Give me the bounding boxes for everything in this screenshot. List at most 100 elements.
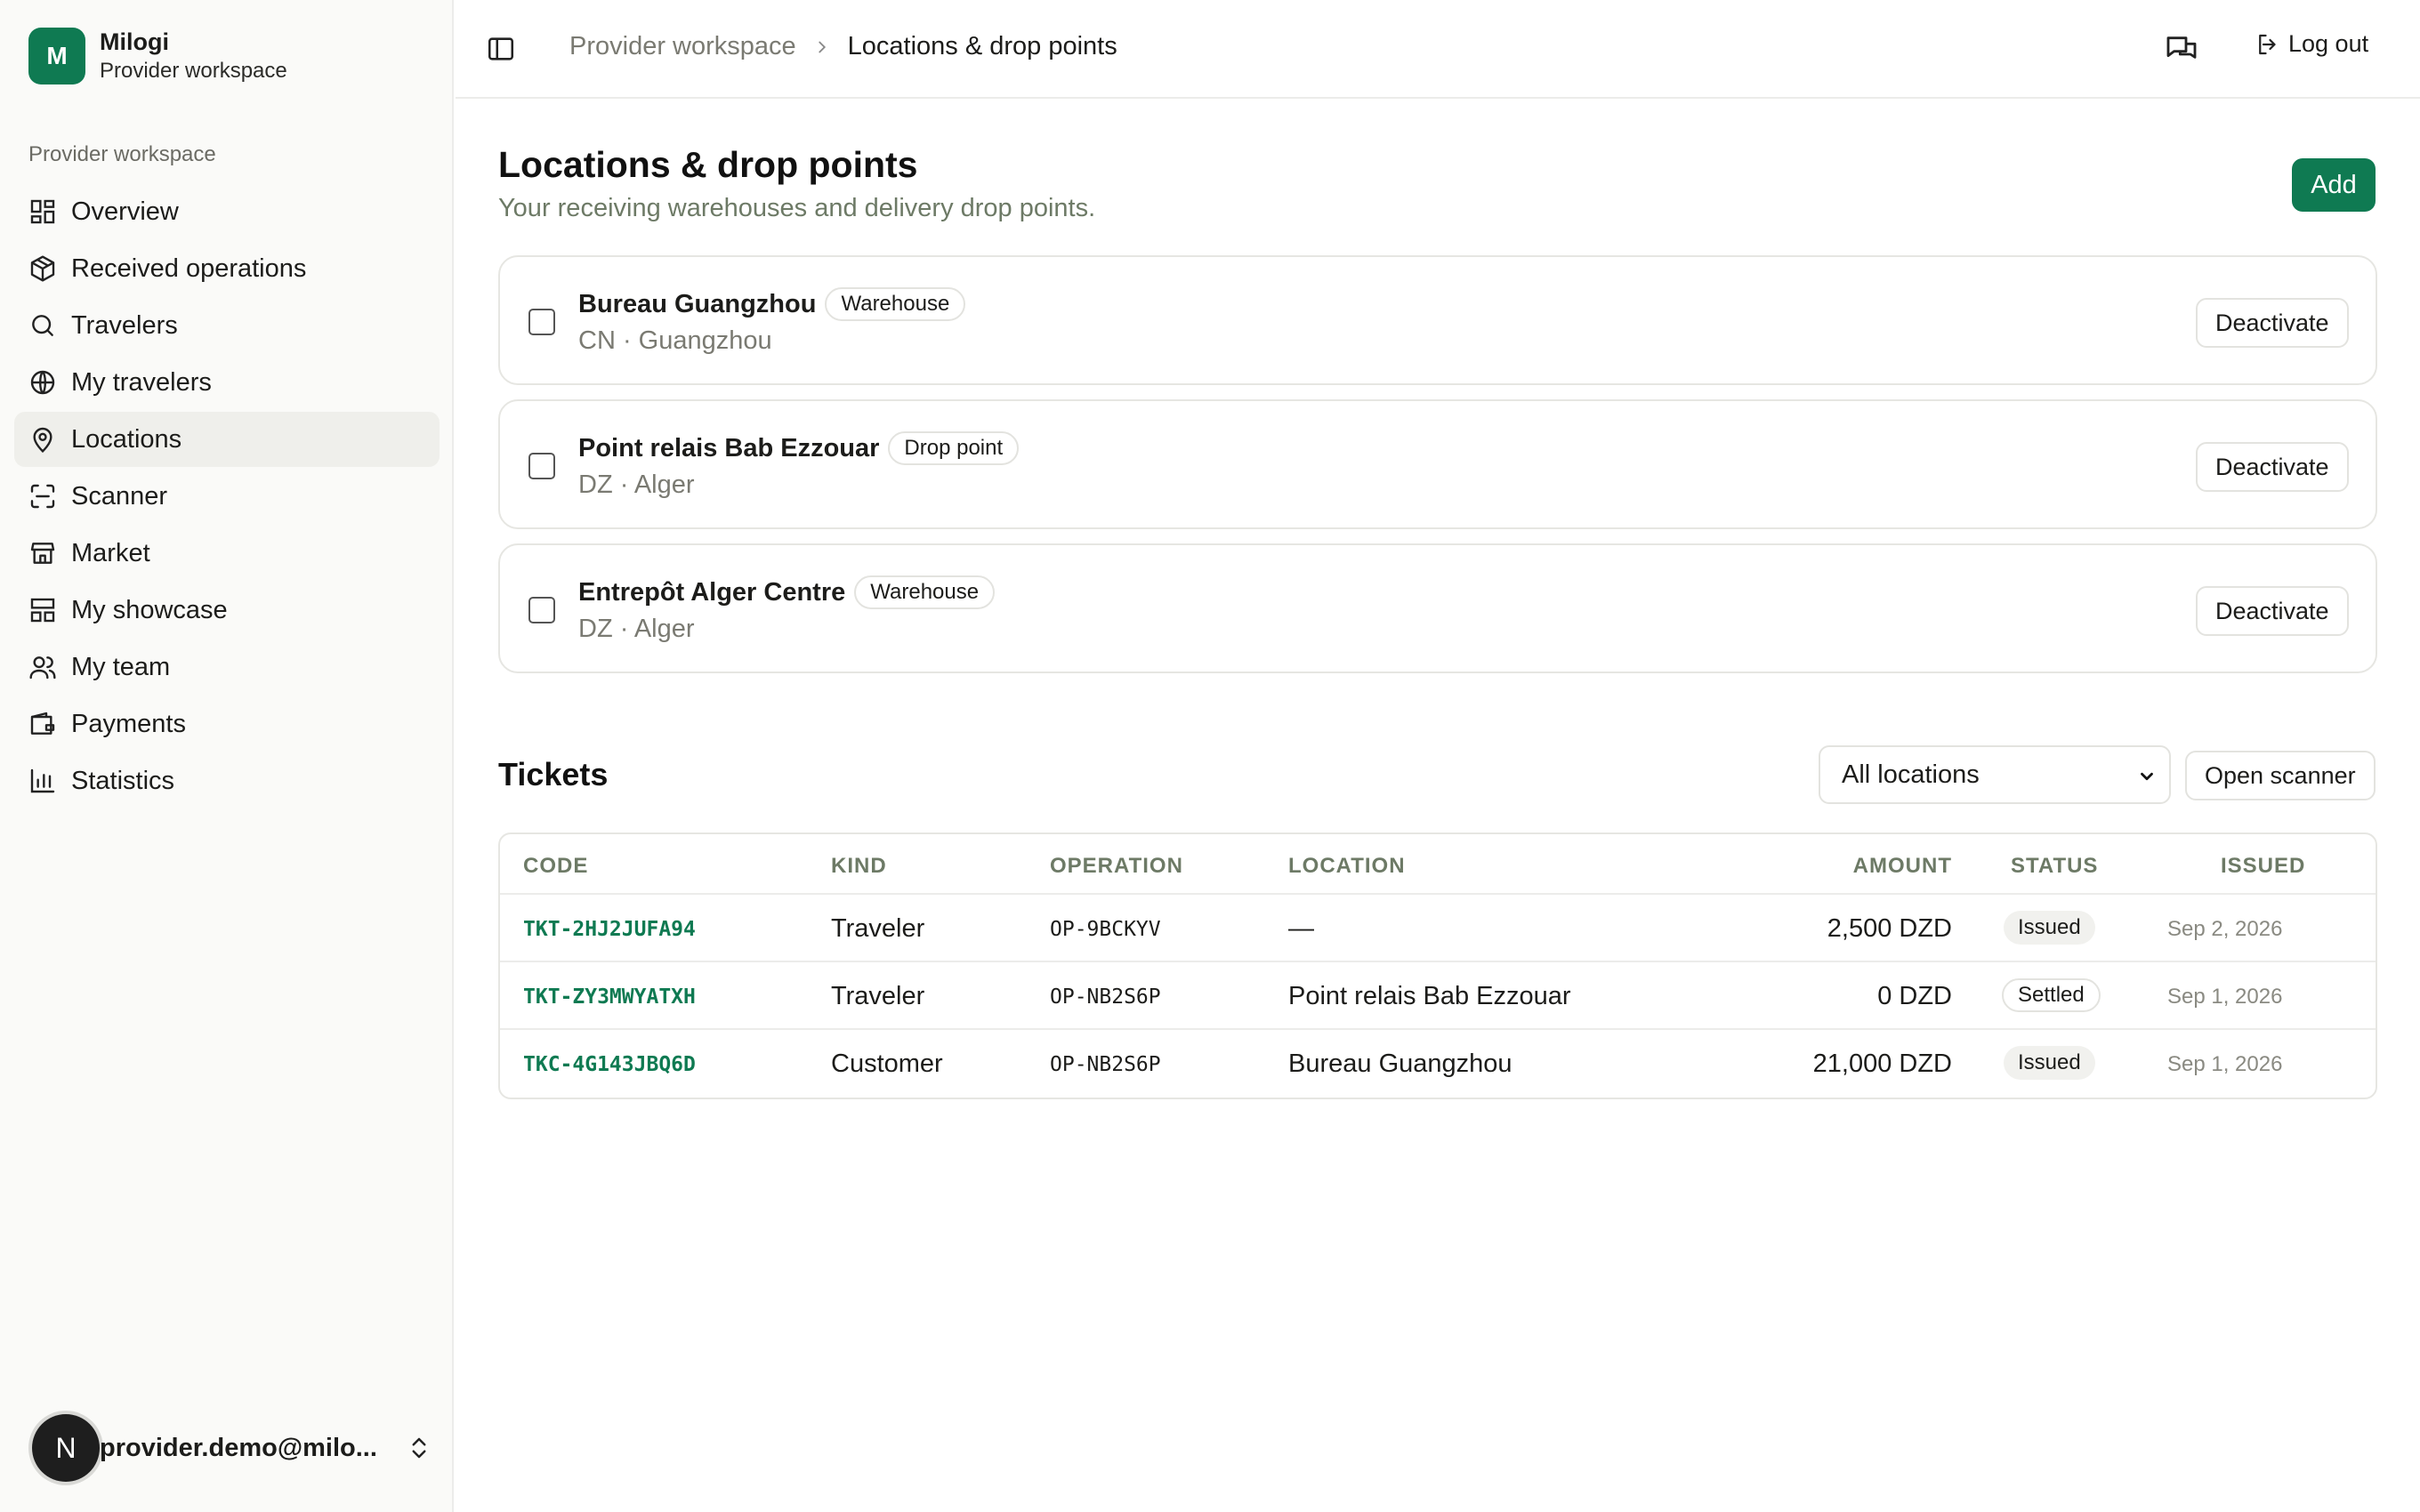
- nav-group-label: Provider workspace: [28, 142, 216, 166]
- logout-button[interactable]: Log out: [2255, 30, 2368, 58]
- sidebar-item-label: Scanner: [71, 481, 168, 511]
- location-filter-select[interactable]: All locations: [1819, 745, 2171, 804]
- deactivate-button[interactable]: Deactivate: [2196, 298, 2349, 348]
- column-header-operation: OPERATION: [1050, 854, 1183, 878]
- map-pin-icon: [33, 427, 52, 453]
- sidebar-item-travelers[interactable]: Travelers: [14, 298, 440, 353]
- sidebar-item-label: Payments: [71, 709, 186, 738]
- sidebar-item-locations[interactable]: Locations: [14, 412, 440, 467]
- location-filter-value: All locations: [1842, 760, 1980, 789]
- location-checkbox[interactable]: [528, 309, 555, 335]
- sidebar-item-scanner[interactable]: Scanner: [14, 469, 440, 524]
- ticket-issued-date: Sep 1, 2026: [2167, 985, 2283, 1009]
- page-title: Locations & drop points: [498, 144, 918, 185]
- open-scanner-button[interactable]: Open scanner: [2185, 751, 2376, 800]
- location-name-row: Point relais Bab Ezzouar Drop point: [578, 431, 1020, 465]
- topbar: Provider workspace Locations & drop poin…: [456, 0, 2420, 99]
- table-row[interactable]: TKT-2HJ2JUFA94 Traveler OP-9BCKYV — 2,50…: [500, 895, 2376, 962]
- location-name: Entrepôt Alger Centre: [578, 577, 846, 607]
- brand-logo: M: [28, 28, 85, 84]
- ticket-kind: Traveler: [831, 914, 925, 943]
- bar-chart-icon: [30, 768, 55, 793]
- sidebar-item-my-team[interactable]: My team: [14, 639, 440, 695]
- location-meta: CN · Guangzhou: [578, 326, 772, 355]
- sidebar-item-my-showcase[interactable]: My showcase: [14, 583, 440, 638]
- ticket-amount: 21,000 DZD: [1812, 1050, 1952, 1078]
- logout-icon: [2259, 34, 2276, 54]
- deactivate-button[interactable]: Deactivate: [2196, 586, 2349, 636]
- chevrons-up-down-icon: [412, 1437, 426, 1459]
- user-menu[interactable]: N provider.demo@milo...: [32, 1412, 432, 1484]
- sidebar-item-received-operations[interactable]: Received operations: [14, 241, 440, 296]
- status-badge: Issued: [2004, 1046, 2095, 1080]
- sidebar-item-label: My team: [71, 652, 171, 681]
- sidebar-item-overview[interactable]: Overview: [14, 184, 440, 239]
- ticket-operation: OP-NB2S6P: [1050, 1053, 1161, 1076]
- location-name: Point relais Bab Ezzouar: [578, 433, 880, 462]
- layout-icon: [30, 598, 55, 623]
- location-checkbox[interactable]: [528, 597, 555, 623]
- avatar: N: [32, 1414, 100, 1482]
- search-icon: [32, 315, 53, 336]
- sidebar-item-label: Overview: [71, 197, 179, 226]
- status-badge: Issued: [2004, 911, 2095, 945]
- sidebar-item-market[interactable]: Market: [14, 526, 440, 581]
- sidebar: M Milogi Provider workspace Provider wor…: [0, 0, 454, 1512]
- sidebar-item-label: Received operations: [71, 253, 307, 283]
- location-type-badge: Warehouse: [825, 287, 966, 321]
- status-badge: Settled: [2002, 978, 2101, 1012]
- ticket-code[interactable]: TKT-ZY3MWYATXH: [523, 985, 696, 1009]
- brand[interactable]: M Milogi Provider workspace: [28, 27, 287, 85]
- ticket-amount: 0 DZD: [1877, 982, 1952, 1010]
- brand-subtitle: Provider workspace: [100, 59, 287, 83]
- add-button[interactable]: Add: [2292, 158, 2376, 212]
- ticket-code[interactable]: TKT-2HJ2JUFA94: [523, 918, 696, 941]
- sidebar-item-label: Locations: [71, 424, 182, 454]
- location-name: Bureau Guangzhou: [578, 289, 817, 318]
- location-meta: DZ · Alger: [578, 615, 695, 643]
- tickets-table: CODE KIND OPERATION LOCATION AMOUNT STAT…: [498, 832, 2377, 1099]
- column-header-status: STATUS: [2011, 854, 2099, 878]
- messages-icon[interactable]: [2164, 32, 2199, 68]
- globe-icon: [30, 370, 55, 395]
- sidebar-item-label: Market: [71, 538, 150, 567]
- breadcrumb-root[interactable]: Provider workspace: [569, 32, 796, 61]
- brand-name: Milogi: [100, 28, 169, 55]
- column-header-location: LOCATION: [1288, 854, 1406, 878]
- chevron-right-icon: [818, 41, 826, 52]
- location-card: Bureau Guangzhou Warehouse CN · Guangzho…: [498, 255, 2377, 385]
- sidebar-item-statistics[interactable]: Statistics: [14, 753, 440, 808]
- column-header-amount: AMOUNT: [1852, 854, 1952, 878]
- sidebar-item-payments[interactable]: Payments: [14, 696, 440, 752]
- brand-text: Milogi Provider workspace: [100, 27, 287, 85]
- logout-label: Log out: [2288, 30, 2369, 57]
- table-row[interactable]: TKT-ZY3MWYATXH Traveler OP-NB2S6P Point …: [500, 962, 2376, 1030]
- package-icon: [30, 255, 55, 282]
- users-icon: [29, 656, 56, 680]
- sidebar-item-my-travelers[interactable]: My travelers: [14, 355, 440, 410]
- column-header-issued: ISSUED: [2221, 854, 2306, 878]
- ticket-kind: Traveler: [831, 982, 925, 1010]
- deactivate-button[interactable]: Deactivate: [2196, 442, 2349, 492]
- breadcrumb: Provider workspace Locations & drop poin…: [569, 32, 1117, 61]
- ticket-location: Bureau Guangzhou: [1288, 1050, 1512, 1078]
- table-row[interactable]: TKC-4G143JBQ6D Customer OP-NB2S6P Bureau…: [500, 1030, 2376, 1098]
- sidebar-nav: Overview Received operations Travelers M…: [14, 184, 440, 810]
- location-name-row: Bureau Guangzhou Warehouse: [578, 287, 966, 321]
- location-type-badge: Drop point: [888, 431, 1020, 465]
- ticket-location: Point relais Bab Ezzouar: [1288, 982, 1571, 1010]
- scan-icon: [30, 484, 55, 509]
- sidebar-item-label: My travelers: [71, 367, 212, 397]
- ticket-kind: Customer: [831, 1050, 943, 1078]
- location-checkbox[interactable]: [528, 453, 555, 479]
- ticket-location: —: [1288, 914, 1314, 943]
- page-subtitle: Your receiving warehouses and delivery d…: [498, 194, 1096, 222]
- sidebar-item-label: Statistics: [71, 766, 175, 795]
- location-card: Entrepôt Alger Centre Warehouse DZ · Alg…: [498, 543, 2377, 673]
- ticket-issued-date: Sep 1, 2026: [2167, 1052, 2283, 1076]
- sidebar-toggle-icon[interactable]: [486, 34, 516, 64]
- location-card: Point relais Bab Ezzouar Drop point DZ ·…: [498, 399, 2377, 529]
- ticket-amount: 2,500 DZD: [1827, 914, 1952, 943]
- grid-icon: [30, 199, 55, 224]
- ticket-code[interactable]: TKC-4G143JBQ6D: [523, 1053, 696, 1076]
